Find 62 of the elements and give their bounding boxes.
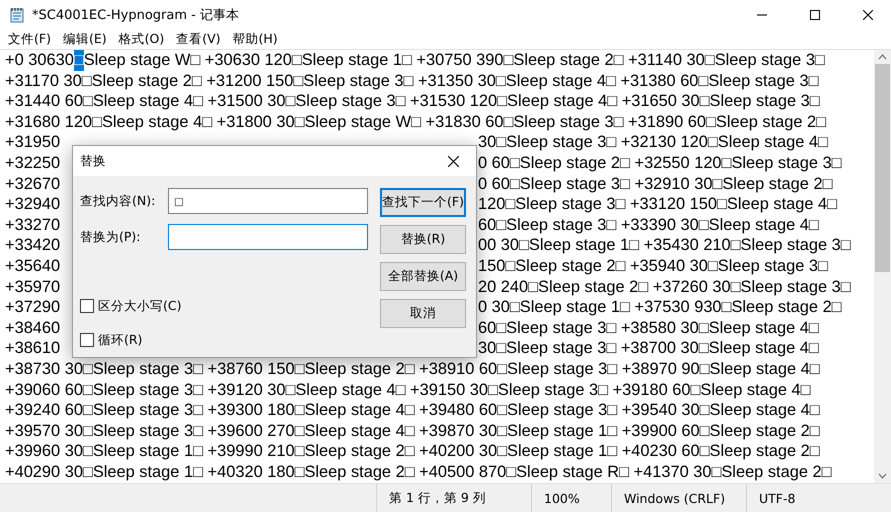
text-line: +38730 30□Sleep stage 3□ +38760 150□Sleep stage 2□ +38910 60□Sleep stage 3□ +38970 90□Sleep stage 4□ <box>5 358 820 380</box>
text-line: +38610 <box>5 339 60 358</box>
text-line: +39960 30□Sleep stage 1□ +39990 210□Sleep stage 2□ +40200 30□Sleep stage 1□ +40230 60□Sleep stage 2□ <box>5 441 820 462</box>
checkbox[interactable] <box>80 333 94 347</box>
text-line: 30□Sleep stage 3□ +38700 30□Sleep stage 4□ <box>478 338 819 359</box>
checkbox-label: 循环(R) <box>98 332 142 348</box>
text-line: Sleep stage W□ +30630 120□Sleep stage 1□ +30750 390□Sleep stage 2□ +31140 30□Sleep stage 3□ <box>84 50 825 71</box>
dialog-title: 替换 <box>80 152 106 170</box>
text-line: +32670 <box>5 174 60 193</box>
status-text: 100% <box>531 484 611 512</box>
text-line: +31680 120□Sleep stage 4□ +31800 30□Sleep stage W□ +31830 60□Sleep stage 3□ +31890 60□Sleep stage 2□ <box>5 112 826 132</box>
menu-item[interactable]: 格式(O) <box>112 29 170 49</box>
text-line: +39240 60□Sleep stage 3□ +39300 180□Sleep stage 4□ +39480 60□Sleep stage 3□ +39540 30□Sleep stage 4□ <box>5 400 820 421</box>
text-line: 20 240□Sleep stage 2□ +37260 30□Sleep stage 3□ <box>478 276 851 298</box>
window-title: *SC4001EC-Hypnogram - 记事本 <box>32 6 240 24</box>
field-label: 查找内容(N): <box>80 192 156 210</box>
scrollbar[interactable] <box>874 50 891 483</box>
text-line: +31440 60□Sleep stage 4□ +31500 30□Sleep stage 3□ +31530 120□Sleep stage 4□ +31650 30□Sleep stage 3□ <box>5 91 820 112</box>
text-line: +35970 <box>5 278 60 296</box>
text-line: +33420 <box>5 236 60 254</box>
dialog-button[interactable]: 查找下一个(F) <box>380 188 466 217</box>
text-line: 0 60□Sleep stage 2□ +32550 120□Sleep stage 3□ <box>478 152 842 174</box>
text-line: 0 60□Sleep stage 3□ +32910 30□Sleep stage 2□ <box>478 174 832 194</box>
input-field[interactable]: □ <box>168 188 368 214</box>
field-label: 替换为(P): <box>80 228 142 246</box>
notepad-icon <box>9 6 25 22</box>
scroll-thumb[interactable] <box>875 64 890 272</box>
checkbox-label: 区分大小写(C) <box>98 298 182 314</box>
status-text: 第 1 行，第 9 列 <box>376 484 531 512</box>
menu-item[interactable]: 编辑(E) <box>56 29 113 49</box>
text-line: +33270 <box>5 216 60 234</box>
close-icon <box>863 10 873 20</box>
text-line: +39570 30□Sleep stage 3□ +39600 270□Sleep stage 4□ +39870 30□Sleep stage 1□ +39900 60□Sleep stage 2□ <box>5 420 820 442</box>
text-line: 120□Sleep stage 3□ +33120 150□Sleep stage 4□ <box>478 194 838 215</box>
text-line: +31170 30□Sleep stage 2□ +31200 150□Sleep stage 3□ +31350 30□Sleep stage 4□ +31380 60□Sleep stage 3□ <box>5 70 818 92</box>
input-field[interactable] <box>168 224 368 250</box>
text-line: +0 30630 <box>5 50 74 71</box>
text-line: +40290 30□Sleep stage 1□ +40320 180□Sleep stage 2□ +40500 870□Sleep stage R□ +41370 30□Sleep stage 2□ <box>5 462 832 482</box>
text-line: 60□Sleep stage 3□ +38580 30□Sleep stage 4□ <box>478 318 819 338</box>
menu-item[interactable]: 查看(V) <box>170 29 227 49</box>
status-text: Windows (CRLF) <box>611 484 746 512</box>
text-line: +31950 <box>5 133 60 152</box>
text-line: +35640 <box>5 256 60 275</box>
text-line: 60□Sleep stage 3□ +33390 30□Sleep stage 4□ <box>478 214 819 236</box>
text-line: 0 30□Sleep stage 1□ +37530 930□Sleep stage 2□ <box>478 297 842 318</box>
text-line: +39060 60□Sleep stage 3□ +39120 30□Sleep stage 4□ +39150 30□Sleep stage 3□ +39180 60□Sleep stage 4□ <box>5 380 811 400</box>
text-line: 00 30□Sleep stage 1□ +35430 210□Sleep stage 3□ <box>478 235 851 256</box>
dialog-button[interactable]: 取消 <box>380 299 466 328</box>
text-line: +37290 <box>5 298 60 316</box>
maximize-icon <box>810 10 820 20</box>
text-line: +32250 <box>5 154 60 172</box>
text-line: 30□Sleep stage 3□ +32130 120□Sleep stage 4□ <box>478 132 828 153</box>
close-icon <box>448 156 458 166</box>
checkbox[interactable] <box>80 299 94 313</box>
text-line: 150□Sleep stage 2□ +35940 30□Sleep stage 3□ <box>478 256 828 277</box>
dialog-button[interactable]: 全部替换(A) <box>380 262 466 291</box>
dialog-button[interactable]: 替换(R) <box>380 225 466 254</box>
text-line: +38460 <box>5 318 60 337</box>
menu-item[interactable]: 文件(F) <box>2 29 57 49</box>
text-line: +32940 <box>5 195 60 214</box>
menu-item[interactable]: 帮助(H) <box>226 29 284 49</box>
status-text: UTF-8 <box>746 484 891 512</box>
